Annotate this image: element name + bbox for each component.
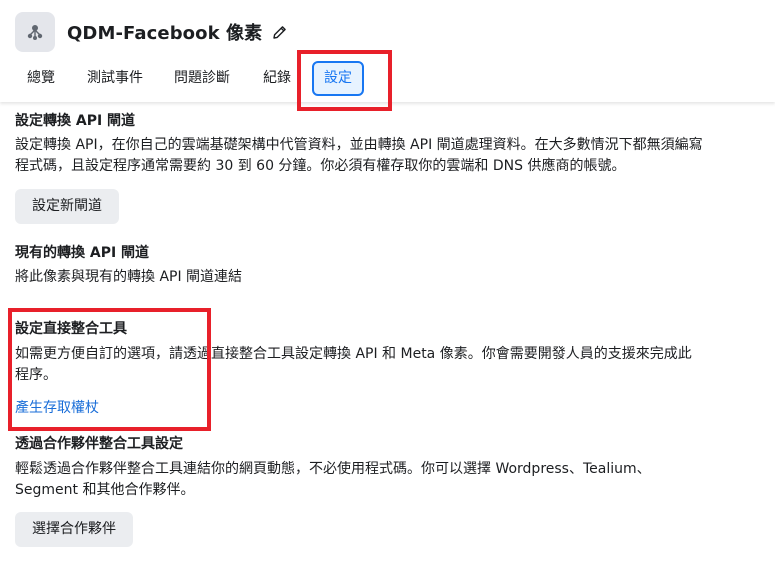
section-text-setup-gateway: 設定轉換 API，在你自己的雲端基礎架構中代管資料，並由轉換 API 閘道處理資… <box>15 137 703 174</box>
generate-access-token-link[interactable]: 產生存取權杖 <box>15 397 99 417</box>
section-title-existing-gateway: 現有的轉換 API 閘道 <box>15 245 150 261</box>
tab-history[interactable]: 紀錄 <box>263 62 291 94</box>
choose-partner-button[interactable]: 選擇合作夥伴 <box>15 512 133 547</box>
page-title: QDM-Facebook 像素 <box>67 23 263 44</box>
title-row: QDM-Facebook 像素 <box>67 19 288 45</box>
section-text-existing-gateway: 將此像素與現有的轉換 API 閘道連結 <box>15 269 243 285</box>
section-title-setup-gateway: 設定轉換 API 閘道 <box>15 113 136 129</box>
tab-diagnostics[interactable]: 問題診斷 <box>174 62 230 94</box>
tab-overview[interactable]: 總覽 <box>27 62 55 94</box>
tab-settings[interactable]: 設定 <box>312 61 364 96</box>
section-title-direct-integration: 設定直接整合工具 <box>15 321 127 337</box>
section-text-direct-integration: 如需更方便自訂的選項，請透過直接整合工具設定轉換 API 和 Meta 像素。你… <box>15 346 692 383</box>
pencil-icon[interactable] <box>270 23 288 41</box>
section-title-partner-integration: 透過合作夥伴整合工具設定 <box>15 436 183 452</box>
tab-test-events[interactable]: 測試事件 <box>87 62 143 94</box>
section-text-partner-integration: 輕鬆透過合作夥伴整合工具連結你的網頁動態，不必使用程式碼。你可以選擇 Wordp… <box>15 461 651 498</box>
pixel-network-icon <box>15 12 55 52</box>
page-header: QDM-Facebook 像素 總覽 測試事件 問題診斷 紀錄 設定 <box>0 0 775 102</box>
setup-new-gateway-button[interactable]: 設定新閘道 <box>15 189 119 224</box>
